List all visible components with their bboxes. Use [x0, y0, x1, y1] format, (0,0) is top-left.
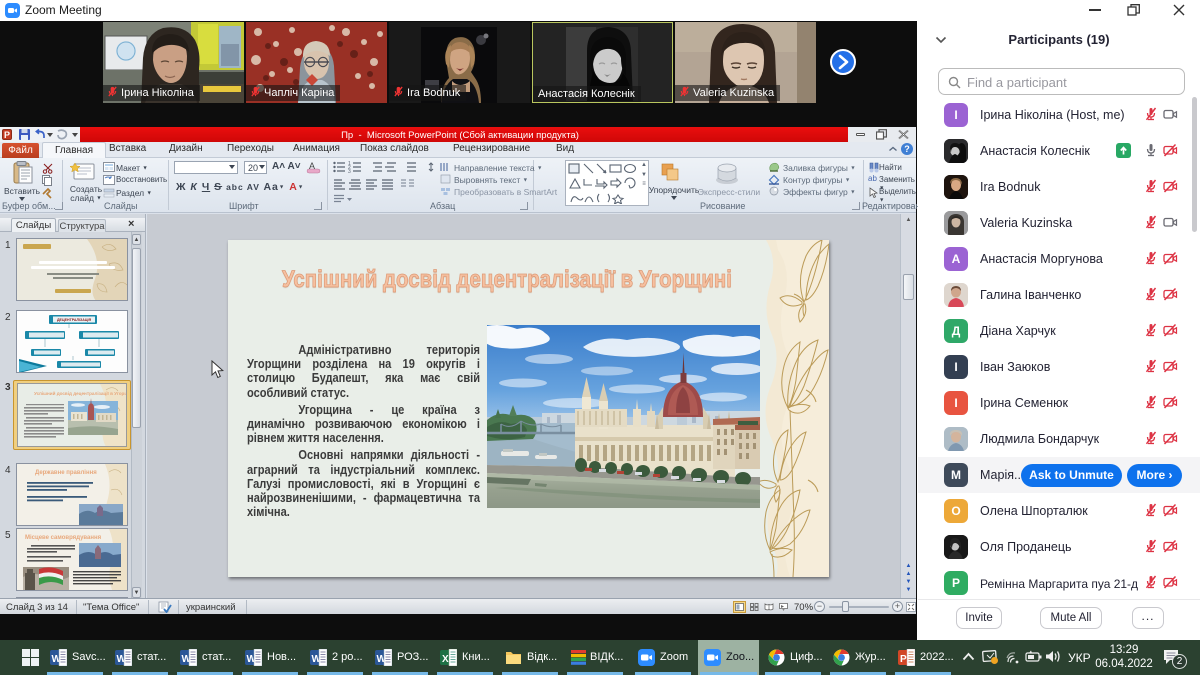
svg-text:P: P: [900, 654, 907, 665]
svg-text:A: A: [309, 161, 315, 171]
svg-text:X: X: [442, 654, 449, 665]
svg-text:Успішний досвід децентралізаці: Успішний досвід децентралізації в Угорщи…: [34, 390, 127, 396]
svg-text:ДЕЦЕНТРАЛІЗАЦІЯ: ДЕЦЕНТРАЛІЗАЦІЯ: [57, 318, 91, 322]
svg-text:3: 3: [348, 169, 351, 173]
svg-text:Місцеве самоврядування: Місцеве самоврядування: [25, 535, 102, 541]
svg-text:Державне правління: Державне правління: [35, 470, 97, 476]
